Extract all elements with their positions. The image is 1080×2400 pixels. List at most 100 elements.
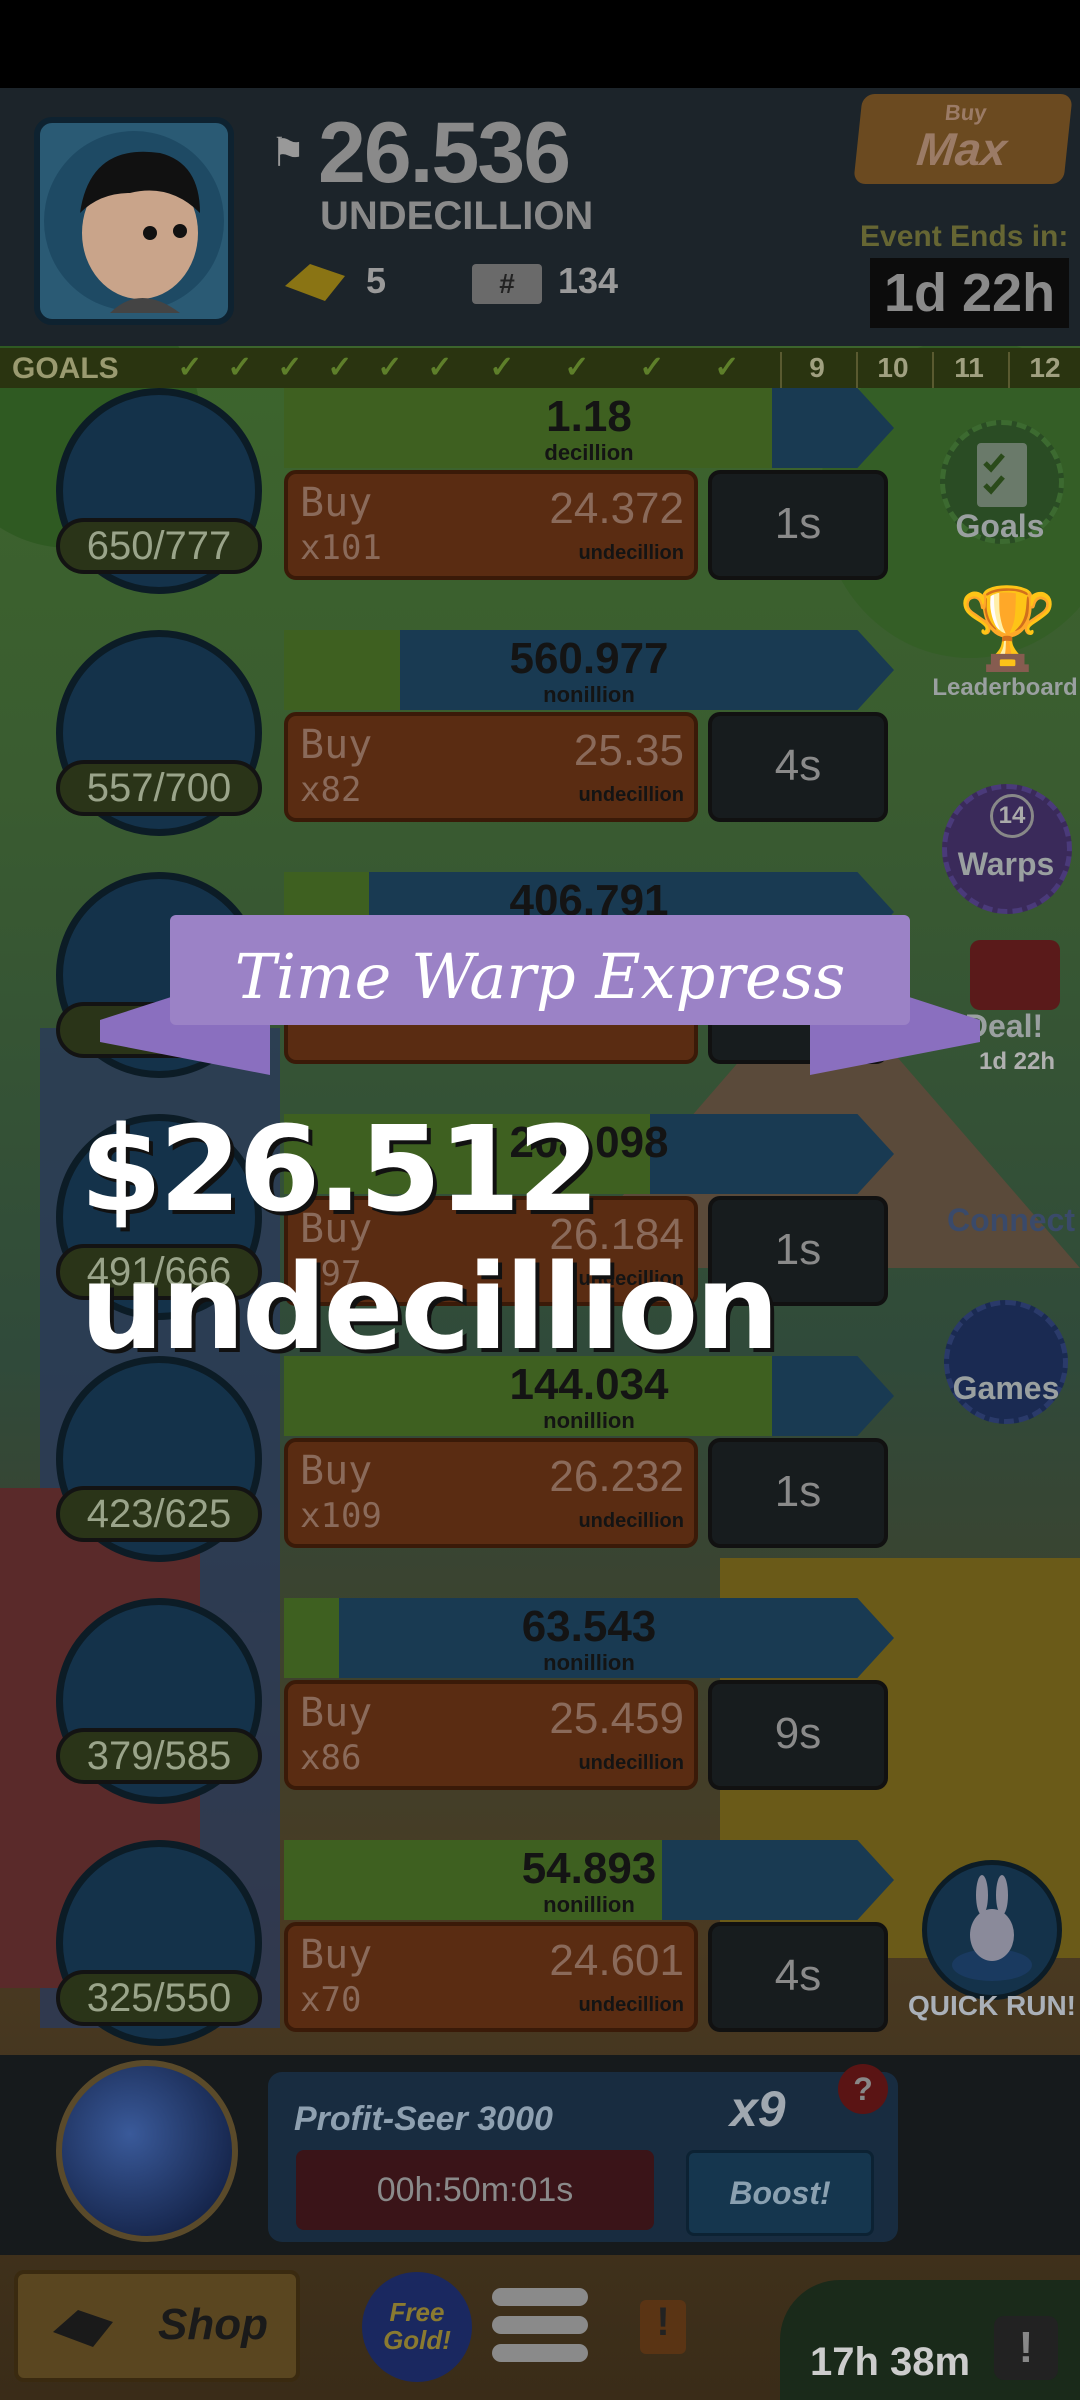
buy-cost-unit: undecillion: [578, 784, 684, 806]
offer-timer: 17h 38m: [810, 2340, 971, 2384]
buy-label: Buy: [300, 1932, 373, 1978]
business-revenue-unit: nonillion: [543, 1892, 635, 1917]
business-owned-count: 423/625: [56, 1486, 262, 1542]
business-buy-button[interactable]: Buy x101 24.372 undecillion: [284, 470, 698, 580]
angel-count: 134: [558, 260, 619, 301]
goal-number: 10: [856, 352, 928, 388]
business-revenue-value: 63.543: [521, 1602, 657, 1651]
goal-check-icon: ✓: [564, 351, 590, 384]
buy-cost: 25.459: [549, 1694, 684, 1743]
help-icon[interactable]: ?: [838, 2064, 888, 2114]
business-revenue-unit: nonillion: [543, 1408, 635, 1433]
trophy-icon[interactable]: 🏆: [958, 584, 1058, 674]
buy-cost: 25.35: [573, 726, 684, 775]
buy-cost-unit: undecillion: [578, 542, 684, 564]
gold-count: 5: [366, 260, 387, 301]
business-revenue-value: 1.18: [546, 392, 632, 441]
goal-check-icon: ✓: [327, 351, 353, 384]
business-cycle-timer: 1s: [708, 1438, 888, 1548]
goal-number: 12: [1008, 352, 1080, 388]
goal-check-icon: ✓: [177, 351, 203, 384]
business-progress-bar[interactable]: 560.977 nonillion: [284, 630, 894, 710]
total-money-value: 26.536: [318, 105, 571, 201]
shop-button[interactable]: Shop: [14, 2270, 300, 2382]
business-cycle-timer: 4s: [708, 1922, 888, 2032]
business-progress-bar[interactable]: 63.543 nonillion: [284, 1598, 894, 1678]
buy-cost: 24.601: [549, 1936, 684, 1985]
shop-label: Shop: [158, 2300, 268, 2349]
buy-label: Buy: [300, 1448, 373, 1494]
crystal-ball-icon[interactable]: [56, 2060, 238, 2242]
deal-timer: 1d 22h: [978, 1048, 1056, 1075]
business-owned-count: 379/585: [56, 1728, 262, 1784]
manager-multiplier: x9: [730, 2081, 786, 2137]
buy-multiplier: x109: [300, 1496, 382, 1536]
buy-cost-unit: undecillion: [578, 1752, 684, 1774]
business-progress-bar[interactable]: 1.18 decillion: [284, 388, 894, 468]
buy-label: Buy: [300, 722, 373, 768]
goal-check-icon: ✓: [377, 351, 403, 384]
gold-icon: [280, 256, 350, 306]
business-cycle-timer: 4s: [708, 712, 888, 822]
status-bar: [0, 0, 1080, 88]
buy-multiplier: x101: [300, 528, 382, 568]
goal-check-icon: ✓: [427, 351, 453, 384]
business-owned-count: 325/550: [56, 1970, 262, 2026]
business-cycle-timer: 9s: [708, 1680, 888, 1790]
business-cycle-timer: 1s: [708, 470, 888, 580]
popup-title: Time Warp Express: [234, 940, 846, 1013]
buy-multiplier: x86: [300, 1738, 362, 1778]
bunny-icon: [952, 1875, 1032, 1981]
gold-bars-icon: [48, 2302, 118, 2352]
buy-cost-unit: undecillion: [578, 1994, 684, 2016]
player-avatar[interactable]: [34, 117, 234, 325]
goals-label: GOALS: [12, 352, 119, 385]
angel-ticket-icon: #: [472, 264, 542, 304]
popup-earned-amount: $26.512 undecillion: [80, 1100, 779, 1376]
business-revenue-value: 560.977: [509, 634, 669, 683]
quick-run-label: QUICK RUN!: [908, 1990, 1076, 2021]
notification-alert-icon[interactable]: !: [640, 2300, 686, 2354]
free-gold-button[interactable]: Free Gold!: [362, 2272, 472, 2382]
warps-count-badge: 14: [990, 794, 1034, 838]
deal-gift-icon[interactable]: [970, 940, 1060, 1010]
business-owned-count: 650/777: [56, 518, 262, 574]
goal-check-icon: ✓: [639, 351, 665, 384]
menu-icon[interactable]: [492, 2288, 588, 2368]
business-buy-button[interactable]: Buy x82 25.35 undecillion: [284, 712, 698, 822]
business-buy-button[interactable]: Buy x109 26.232 undecillion: [284, 1438, 698, 1548]
quick-run-button[interactable]: [922, 1860, 1062, 2000]
goals-label: Goals: [955, 508, 1045, 544]
business-revenue-unit: nonillion: [543, 682, 635, 707]
offer-alert-icon[interactable]: !: [994, 2316, 1058, 2380]
leaderboard-label[interactable]: Leaderboard: [930, 674, 1080, 702]
event-timer: 1d 22h: [870, 258, 1070, 328]
boost-button[interactable]: Boost!: [686, 2150, 874, 2236]
buy-multiplier: x82: [300, 770, 362, 810]
goal-number: 9: [780, 352, 852, 388]
business-revenue-value: 54.893: [521, 1844, 657, 1893]
manager-timer: 00h:50m:01s: [296, 2150, 654, 2230]
manager-name: Profit-Seer 3000: [294, 2100, 553, 2138]
buy-cost: 24.372: [549, 484, 684, 533]
total-money-unit: UNDECILLION: [320, 194, 594, 238]
buy-max-button[interactable]: Buy Max: [853, 94, 1073, 184]
buy-label: Buy: [300, 480, 373, 526]
goal-check-icon: ✓: [714, 351, 740, 384]
business-revenue-unit: decillion: [544, 440, 634, 465]
buy-label: Buy: [300, 1690, 373, 1736]
buy-cost-unit: undecillion: [578, 1510, 684, 1532]
goal-check-icon: ✓: [489, 351, 515, 384]
flag-icon: ⚑: [270, 131, 306, 175]
business-buy-button[interactable]: Buy x86 25.459 undecillion: [284, 1680, 698, 1790]
business-progress-bar[interactable]: 54.893 nonillion: [284, 1840, 894, 1920]
goal-number: 11: [932, 352, 1004, 388]
goal-check-icon: ✓: [227, 351, 253, 384]
business-buy-button[interactable]: Buy x70 24.601 undecillion: [284, 1922, 698, 2032]
buy-max-label: Max: [914, 123, 1010, 175]
buy-cost: 26.232: [549, 1452, 684, 1501]
avatar-face-icon: [44, 131, 224, 313]
business-revenue-unit: nonillion: [543, 1650, 635, 1675]
goal-check-icon: ✓: [277, 351, 303, 384]
warps-label: Warps: [957, 846, 1055, 882]
